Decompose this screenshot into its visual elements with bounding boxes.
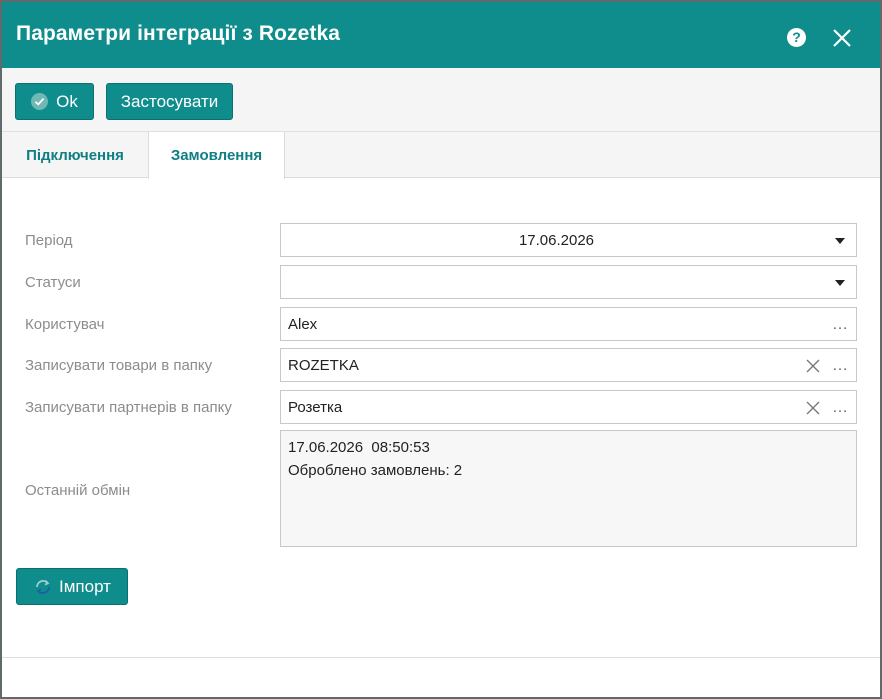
check-icon — [31, 93, 49, 110]
period-label: Період — [25, 232, 73, 249]
tab-connection-label: Підключення — [26, 146, 124, 164]
tab-connection[interactable]: Підключення — [2, 132, 148, 178]
last-exchange-time: 17.06.2026 08:50:53 — [288, 439, 430, 456]
integration-settings-dialog: Параметри інтеграції з Rozetka ? Ok Заст… — [0, 0, 882, 699]
apply-button-label: Застосувати — [120, 91, 219, 111]
more-icon[interactable]: … — [832, 316, 849, 334]
partners-folder-label: Записувати партнерів в папку — [25, 399, 232, 416]
last-exchange-summary: Оброблено замовлень: 2 — [288, 462, 463, 479]
dialog-title: Параметри інтеграції з Rozetka — [16, 22, 341, 45]
goods-folder-label: Записувати товари в папку — [25, 357, 213, 374]
tab-bar: Підключення Замовлення — [2, 132, 880, 179]
help-icon[interactable]: ? — [787, 28, 806, 47]
statuses-select[interactable] — [280, 265, 857, 299]
footer-divider — [2, 657, 880, 658]
period-value: 17.06.2026 — [518, 232, 595, 249]
partners-folder-field[interactable]: Розетка … — [280, 390, 857, 424]
partners-folder-value: Розетка — [288, 399, 343, 416]
apply-button[interactable]: Застосувати — [106, 83, 233, 120]
user-label: Користувач — [25, 316, 105, 333]
refresh-icon — [36, 579, 50, 594]
period-select[interactable]: 17.06.2026 — [280, 223, 857, 257]
chevron-down-icon[interactable] — [835, 280, 845, 286]
chevron-down-icon[interactable] — [835, 238, 845, 244]
ok-button[interactable]: Ok — [15, 83, 94, 120]
statuses-label: Статуси — [25, 274, 81, 291]
clear-icon[interactable] — [805, 400, 821, 416]
last-exchange-textarea[interactable]: 17.06.2026 08:50:53 Оброблено замовлень:… — [280, 430, 857, 547]
tab-orders-label: Замовлення — [170, 147, 263, 164]
ok-button-label: Ok — [56, 91, 78, 111]
import-button-label: Імпорт — [59, 576, 111, 596]
import-button[interactable]: Імпорт — [16, 568, 128, 605]
tab-orders[interactable]: Замовлення — [148, 132, 285, 179]
user-field[interactable]: Alex … — [280, 307, 857, 341]
close-icon[interactable] — [832, 28, 852, 48]
goods-folder-field[interactable]: ROZETKA … — [280, 348, 857, 382]
clear-icon[interactable] — [805, 358, 821, 374]
toolbar: Ok Застосувати — [2, 68, 880, 132]
more-icon[interactable]: … — [832, 357, 849, 375]
titlebar: Параметри інтеграції з Rozetka ? — [2, 2, 880, 68]
goods-folder-value: ROZETKA — [288, 357, 359, 374]
last-exchange-label: Останній обмін — [25, 482, 131, 499]
user-value: Alex — [288, 316, 318, 333]
more-icon[interactable]: … — [832, 399, 849, 417]
